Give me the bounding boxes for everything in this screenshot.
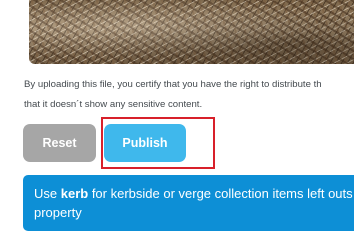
notice-line-2: that it doesn´t show any sensitive conte… (24, 99, 203, 110)
notice-line-1: By uploading this file, you certify that… (24, 79, 322, 90)
info-banner: Use kerb for kerbside or verge collectio… (23, 175, 354, 231)
info-line-1: Use kerb for kerbside or verge collectio… (34, 184, 354, 203)
copyright-notice: By uploading this file, you certify that… (24, 75, 354, 115)
info-suffix: for kerbside or verge collection items l… (88, 186, 353, 201)
uploaded-image-preview (29, 0, 354, 64)
info-prefix: Use (34, 186, 61, 201)
image-shading (29, 0, 354, 64)
reset-button[interactable]: Reset (23, 124, 96, 162)
upload-form: By uploading this file, you certify that… (0, 0, 354, 241)
info-line-2: property (34, 205, 82, 220)
info-keyword: kerb (60, 186, 89, 201)
publish-button[interactable]: Publish (104, 124, 186, 162)
